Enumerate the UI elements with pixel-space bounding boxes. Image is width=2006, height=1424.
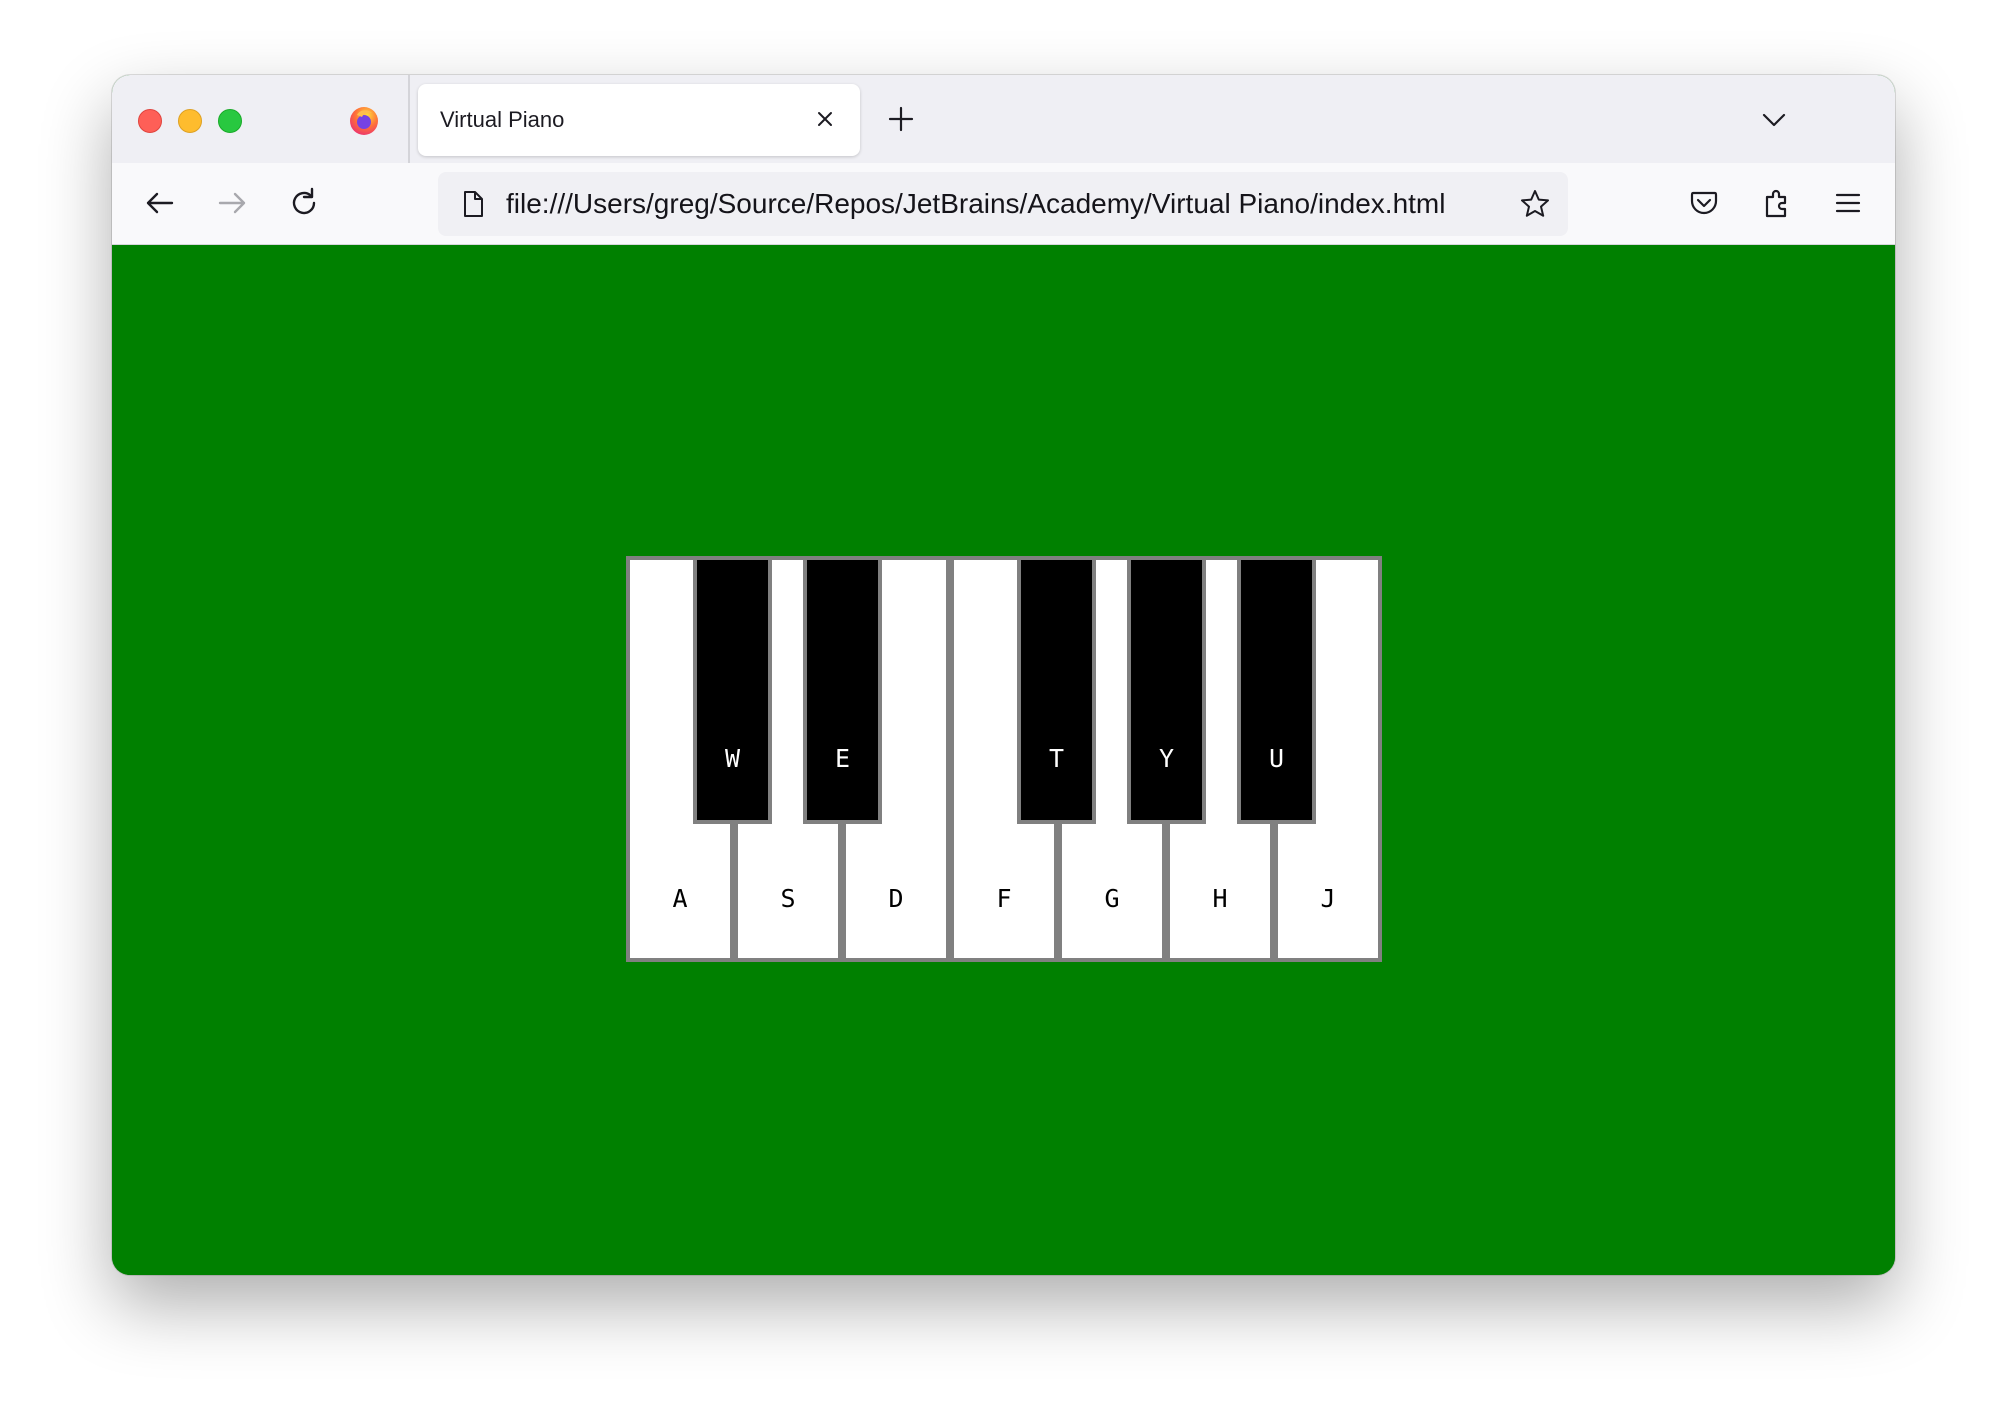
puzzle-icon[interactable] — [1759, 185, 1795, 221]
star-icon[interactable] — [1518, 187, 1552, 221]
url-text[interactable]: file:///Users/greg/Source/Repos/JetBrain… — [506, 188, 1445, 220]
black-key-w[interactable]: W — [693, 556, 772, 824]
key-label: E — [834, 744, 851, 773]
key-label: U — [1268, 744, 1285, 773]
close-icon[interactable] — [812, 106, 838, 132]
key-label: A — [672, 884, 688, 913]
page-content: A S D F G H J W E T Y U — [112, 245, 1895, 1275]
window-close-button[interactable] — [138, 109, 162, 133]
window-minimize-button[interactable] — [178, 109, 202, 133]
black-key-u[interactable]: U — [1237, 556, 1316, 824]
key-label: F — [996, 884, 1012, 913]
reload-icon[interactable] — [286, 185, 322, 221]
key-label: W — [724, 744, 741, 773]
key-label: J — [1320, 884, 1336, 913]
page-icon — [458, 189, 488, 219]
black-key-t[interactable]: T — [1017, 556, 1096, 824]
tab-separator — [408, 75, 410, 163]
black-key-e[interactable]: E — [803, 556, 882, 824]
tab-virtual-piano[interactable]: Virtual Piano — [418, 84, 860, 156]
key-label: D — [888, 884, 904, 913]
tab-bar: Virtual Piano — [112, 75, 1895, 163]
window-maximize-button[interactable] — [218, 109, 242, 133]
piano-keyboard: A S D F G H J W E T Y U — [626, 556, 1382, 962]
firefox-icon — [348, 105, 380, 137]
key-label: Y — [1158, 744, 1175, 773]
url-bar[interactable]: file:///Users/greg/Source/Repos/JetBrain… — [438, 172, 1568, 236]
navigation-toolbar: file:///Users/greg/Source/Repos/JetBrain… — [112, 163, 1895, 245]
key-label: H — [1212, 884, 1228, 913]
plus-icon[interactable] — [884, 102, 918, 136]
arrow-left-icon[interactable] — [142, 185, 178, 221]
pocket-icon[interactable] — [1686, 185, 1722, 221]
chevron-down-icon[interactable] — [1759, 105, 1789, 135]
black-key-y[interactable]: Y — [1127, 556, 1206, 824]
browser-window: Virtual Piano file:///Users/greg/Source/… — [112, 75, 1895, 1275]
key-label: T — [1048, 744, 1065, 773]
arrow-right-icon[interactable] — [214, 185, 250, 221]
tab-title: Virtual Piano — [440, 107, 565, 132]
key-label: S — [780, 884, 796, 913]
key-label: G — [1104, 884, 1120, 913]
hamburger-icon[interactable] — [1830, 185, 1866, 221]
